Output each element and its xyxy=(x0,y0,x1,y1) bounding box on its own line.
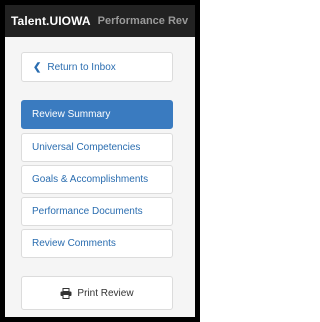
nav-item-label: Review Comments xyxy=(32,238,116,249)
nav-item-label: Performance Documents xyxy=(32,206,143,217)
print-review-button[interactable]: Print Review xyxy=(21,276,173,310)
nav-item-review-comments[interactable]: Review Comments xyxy=(21,229,173,258)
top-navbar: Talent.UIOWA Performance Rev xyxy=(5,5,195,37)
print-review-label: Print Review xyxy=(77,287,134,299)
nav-item-goals-accomplishments[interactable]: Goals & Accomplishments xyxy=(21,165,173,194)
nav-item-label: Universal Competencies xyxy=(32,142,141,153)
nav-item-review-summary[interactable]: Review Summary xyxy=(21,100,173,129)
return-to-inbox-label: Return to Inbox xyxy=(47,61,116,73)
nav-item-performance-documents[interactable]: Performance Documents xyxy=(21,197,173,226)
app-window: Talent.UIOWA Performance Rev ❮ Return to… xyxy=(0,0,200,322)
chevron-left-icon: ❮ xyxy=(33,61,42,73)
return-to-inbox-button[interactable]: ❮ Return to Inbox xyxy=(21,52,173,82)
review-section-nav: Review Summary Universal Competencies Go… xyxy=(21,100,173,263)
nav-item-universal-competencies[interactable]: Universal Competencies xyxy=(21,133,173,162)
page-title: Performance Rev xyxy=(97,15,189,27)
printer-icon xyxy=(60,287,72,299)
nav-item-label: Review Summary xyxy=(32,109,111,120)
nav-item-label: Goals & Accomplishments xyxy=(32,174,149,185)
brand-logo[interactable]: Talent.UIOWA xyxy=(11,14,91,28)
